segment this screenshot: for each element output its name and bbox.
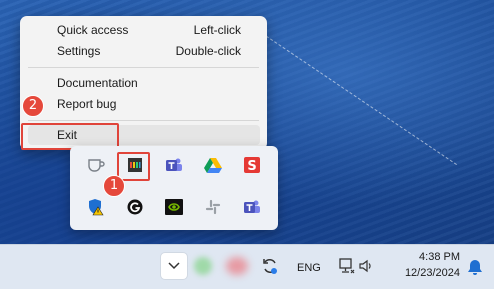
clock-date[interactable]: 12/23/2024 [392,267,460,279]
notification-bell-icon[interactable] [467,258,483,281]
teams-icon[interactable] [165,156,183,174]
s-app-icon[interactable]: S [243,156,261,174]
slack-icon[interactable] [204,198,222,216]
step-2-badge: 2 [22,95,44,117]
sync-icon[interactable] [261,257,279,280]
menu-item-settings[interactable]: Settings Double-click [28,40,259,62]
menu-item-label: Documentation [57,76,138,90]
menu-item-label: Quick access [57,23,129,37]
svg-text:S: S [247,159,256,173]
menu-item-label: Settings [57,44,101,58]
chevron-down-icon [168,262,180,270]
menu-item-report-bug[interactable]: Report bug [28,93,259,115]
clock-time[interactable]: 4:38 PM [400,251,460,263]
menu-separator [28,67,259,68]
show-hidden-icons-button[interactable] [161,253,187,279]
network-icon[interactable] [337,257,355,280]
wallpaper-dotted-line [256,30,457,167]
google-drive-icon[interactable] [204,156,222,174]
blurred-tray-icon[interactable] [226,257,248,275]
tray-overflow-flyout: S [70,146,278,230]
menu-item-quick-access[interactable]: Quick access Left-click [28,19,259,41]
blurred-tray-icon[interactable] [194,257,212,275]
coffee-cup-icon[interactable] [87,156,105,174]
tray-icon-annotation-box [117,152,150,181]
menu-item-shortcut: Double-click [175,44,241,58]
menu-separator [28,120,259,121]
volume-icon[interactable] [358,258,374,279]
teams-icon[interactable] [243,198,261,216]
step-1-badge: 1 [103,175,125,197]
menu-item-label: Report bug [57,97,117,111]
grammarly-icon[interactable] [126,198,144,216]
nvidia-icon[interactable] [165,198,183,216]
windows-security-warning-icon[interactable] [87,198,105,216]
taskbar: ENG 4:38 PM 12/23/2024 [0,244,494,289]
menu-item-shortcut: Left-click [193,23,241,37]
language-indicator[interactable]: ENG [297,262,321,274]
menu-item-documentation[interactable]: Documentation [28,72,259,94]
